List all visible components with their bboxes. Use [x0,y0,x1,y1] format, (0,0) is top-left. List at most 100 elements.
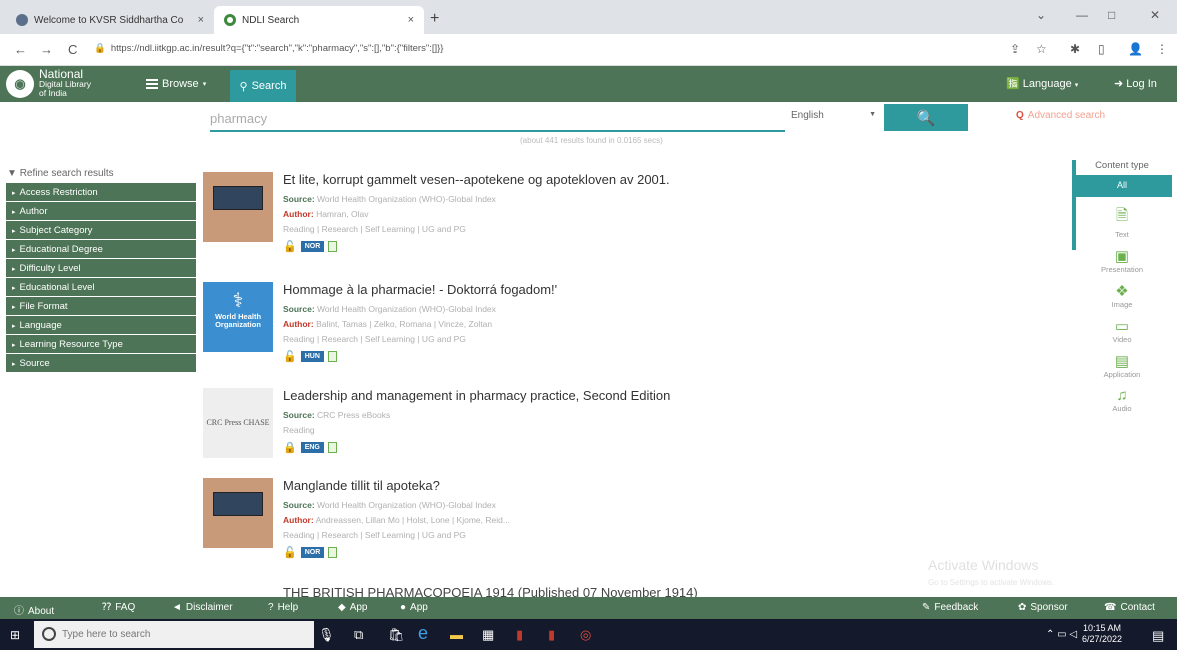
text-doc-icon [327,442,337,453]
result-thumbnail[interactable]: ⚕ World Health Organization [203,282,273,352]
microphone-icon[interactable]: 🎙 [318,627,335,643]
result-source: Source: World Health Organization (WHO)-… [283,304,496,314]
browse-menu-button[interactable]: Browse ▾ [146,77,206,91]
windows-start-icon[interactable]: ⊞ [10,628,20,642]
app-icon[interactable]: ▦ [482,627,494,643]
pdf-icon[interactable]: ▮ [516,627,523,643]
info-icon: ⓘ [14,606,24,617]
search-tab[interactable]: ⚲ Search [230,70,296,102]
result-title[interactable]: Leadership and management in pharmacy pr… [283,388,1013,403]
back-button[interactable]: ← [14,42,27,57]
sponsor-icon: ✿ [1018,602,1027,613]
chevron-down-icon[interactable]: ⌄ [1036,8,1046,22]
contact-icon: ☎ [1104,602,1117,613]
result-title[interactable]: Et lite, korrupt gammelt vesen--apoteken… [283,172,1013,187]
caret-down-icon: ▾ [202,81,207,88]
language-menu[interactable]: 🈯 Language ▾ [1006,77,1078,90]
result-title[interactable]: Hommage à la pharmacie! - Doktorrá fogad… [283,282,1013,297]
minimize-button[interactable]: — [1076,8,1088,22]
result-tags: Reading [283,425,315,435]
footer-contact-link[interactable]: ☎ Contact [1104,602,1155,613]
application-icon: ▤ [1114,353,1130,370]
facet-source[interactable]: Source [6,354,196,373]
taskbar-clock[interactable]: 10:15 AM 6/27/2022 [1082,623,1122,645]
new-tab-button[interactable]: + [430,10,439,28]
sidebar-icon[interactable]: ▯ [1098,42,1105,56]
who-emblem-icon: ⚕ [232,290,244,312]
store-icon[interactable]: 🛍 [388,627,405,643]
edge-icon[interactable]: e [418,623,428,644]
search-submit-button[interactable]: 🔍 [884,104,968,131]
windows-taskbar: ⊞ Type here to search 🎙 ⧉ 🛍 e ▬ ▦ ▮ ▮ ◎ … [0,619,1177,650]
footer-disclaimer-link[interactable]: ◄ Disclaimer [172,602,233,613]
megaphone-icon: ◄ [172,602,182,613]
content-type-all[interactable]: All [1072,175,1172,197]
content-type-text[interactable]: 🗎 Text [1072,205,1172,239]
translate-icon: 🈯 [1006,78,1020,90]
close-tab-icon[interactable]: × [198,14,204,26]
facet-educational-degree[interactable]: Educational Degree [6,240,196,259]
reload-button[interactable]: C [68,42,77,57]
ndli-footer: ⓘ About ⁇ FAQ ◄ Disclaimer ? Help ◆ App ● App … [0,597,1177,619]
facet-learning-resource-type[interactable]: Learning Resource Type [6,335,196,354]
pdf-icon[interactable]: ▮ [548,627,555,643]
footer-feedback-link[interactable]: ✎ Feedback [922,602,978,613]
content-type-video[interactable]: ▭ Video [1072,317,1172,344]
apple-icon: ● [400,602,407,613]
maximize-button[interactable]: □ [1108,8,1115,22]
star-icon[interactable]: ☆ [1036,42,1047,56]
system-tray-icons[interactable]: ⌃ ▭ ◁ [1046,629,1077,640]
file-explorer-icon[interactable]: ▬ [450,627,463,642]
result-title[interactable]: Manglande tillit til apoteka? [283,478,1013,493]
facet-file-format[interactable]: File Format [6,297,196,316]
notification-icon[interactable]: ▤ [1152,628,1164,644]
search-input[interactable]: pharmacy [210,106,785,132]
facet-language[interactable]: Language [6,316,196,335]
content-type-image[interactable]: ❖ Image [1072,282,1172,309]
browser-tab-ndli[interactable]: NDLI Search × [214,6,424,34]
facet-difficulty-level[interactable]: Difficulty Level [6,259,196,278]
taskbar-search-input[interactable]: Type here to search [34,621,314,648]
url-field[interactable]: 🔒 https://ndl.iitkgp.ac.in/result?q={"t":… [94,43,443,54]
site-favicon-icon [16,14,28,26]
advanced-search-link[interactable]: Q Advanced search [1016,110,1105,121]
facet-access-restriction[interactable]: Access Restriction [6,183,196,202]
content-type-audio[interactable]: ♫ Audio [1072,387,1172,413]
ndli-logo[interactable]: ◉ National Digital Library of India [6,68,91,98]
result-tags: Reading | Research | Self Learning | UG … [283,530,466,540]
footer-ios-app-link[interactable]: ● App [400,602,428,613]
footer-about-link[interactable]: ⓘ About [14,602,54,617]
close-tab-icon[interactable]: × [408,14,414,26]
result-thumbnail[interactable] [203,478,273,548]
facet-educational-level[interactable]: Educational Level [6,278,196,297]
ndli-emblem-icon: ◉ [6,70,34,98]
result-author: Author: Andreassen, Lillan Mo | Holst, L… [283,515,510,525]
facet-author[interactable]: Author [6,202,196,221]
content-type-presentation[interactable]: ▣ Presentation [1072,247,1172,274]
share-icon[interactable]: ⇪ [1010,42,1020,56]
browse-label: Browse [162,78,199,90]
login-link[interactable]: ➜ Log In [1114,77,1157,90]
content-type-application[interactable]: ▤ Application [1072,352,1172,379]
close-window-button[interactable]: ✕ [1150,8,1160,22]
facet-subject-category[interactable]: Subject Category [6,221,196,240]
footer-help-link[interactable]: ? Help [268,602,298,613]
activate-windows-watermark: Activate Windows [928,557,1039,573]
chrome-icon[interactable]: ◎ [580,627,591,643]
extensions-icon[interactable]: ✱ [1070,42,1080,56]
tab-title: Welcome to KVSR Siddhartha Co [34,14,184,26]
language-select[interactable]: English ▼ [791,110,876,121]
search-icon: ⚲ [239,80,248,93]
menu-icon[interactable]: ⋮ [1156,42,1168,56]
footer-android-app-link[interactable]: ◆ App [338,602,368,613]
faq-icon: ⁇ [102,602,112,613]
result-thumbnail[interactable]: CRC Press CHASE [203,388,273,458]
footer-faq-link[interactable]: ⁇ FAQ [102,602,135,613]
text-doc-icon [328,547,338,558]
task-view-icon[interactable]: ⧉ [354,627,363,643]
browser-tab-kvsr[interactable]: Welcome to KVSR Siddhartha Co × [6,6,214,34]
profile-icon[interactable]: 👤 [1128,42,1143,56]
forward-button[interactable]: → [40,42,53,57]
footer-sponsor-link[interactable]: ✿ Sponsor [1018,602,1068,613]
result-thumbnail[interactable] [203,172,273,242]
